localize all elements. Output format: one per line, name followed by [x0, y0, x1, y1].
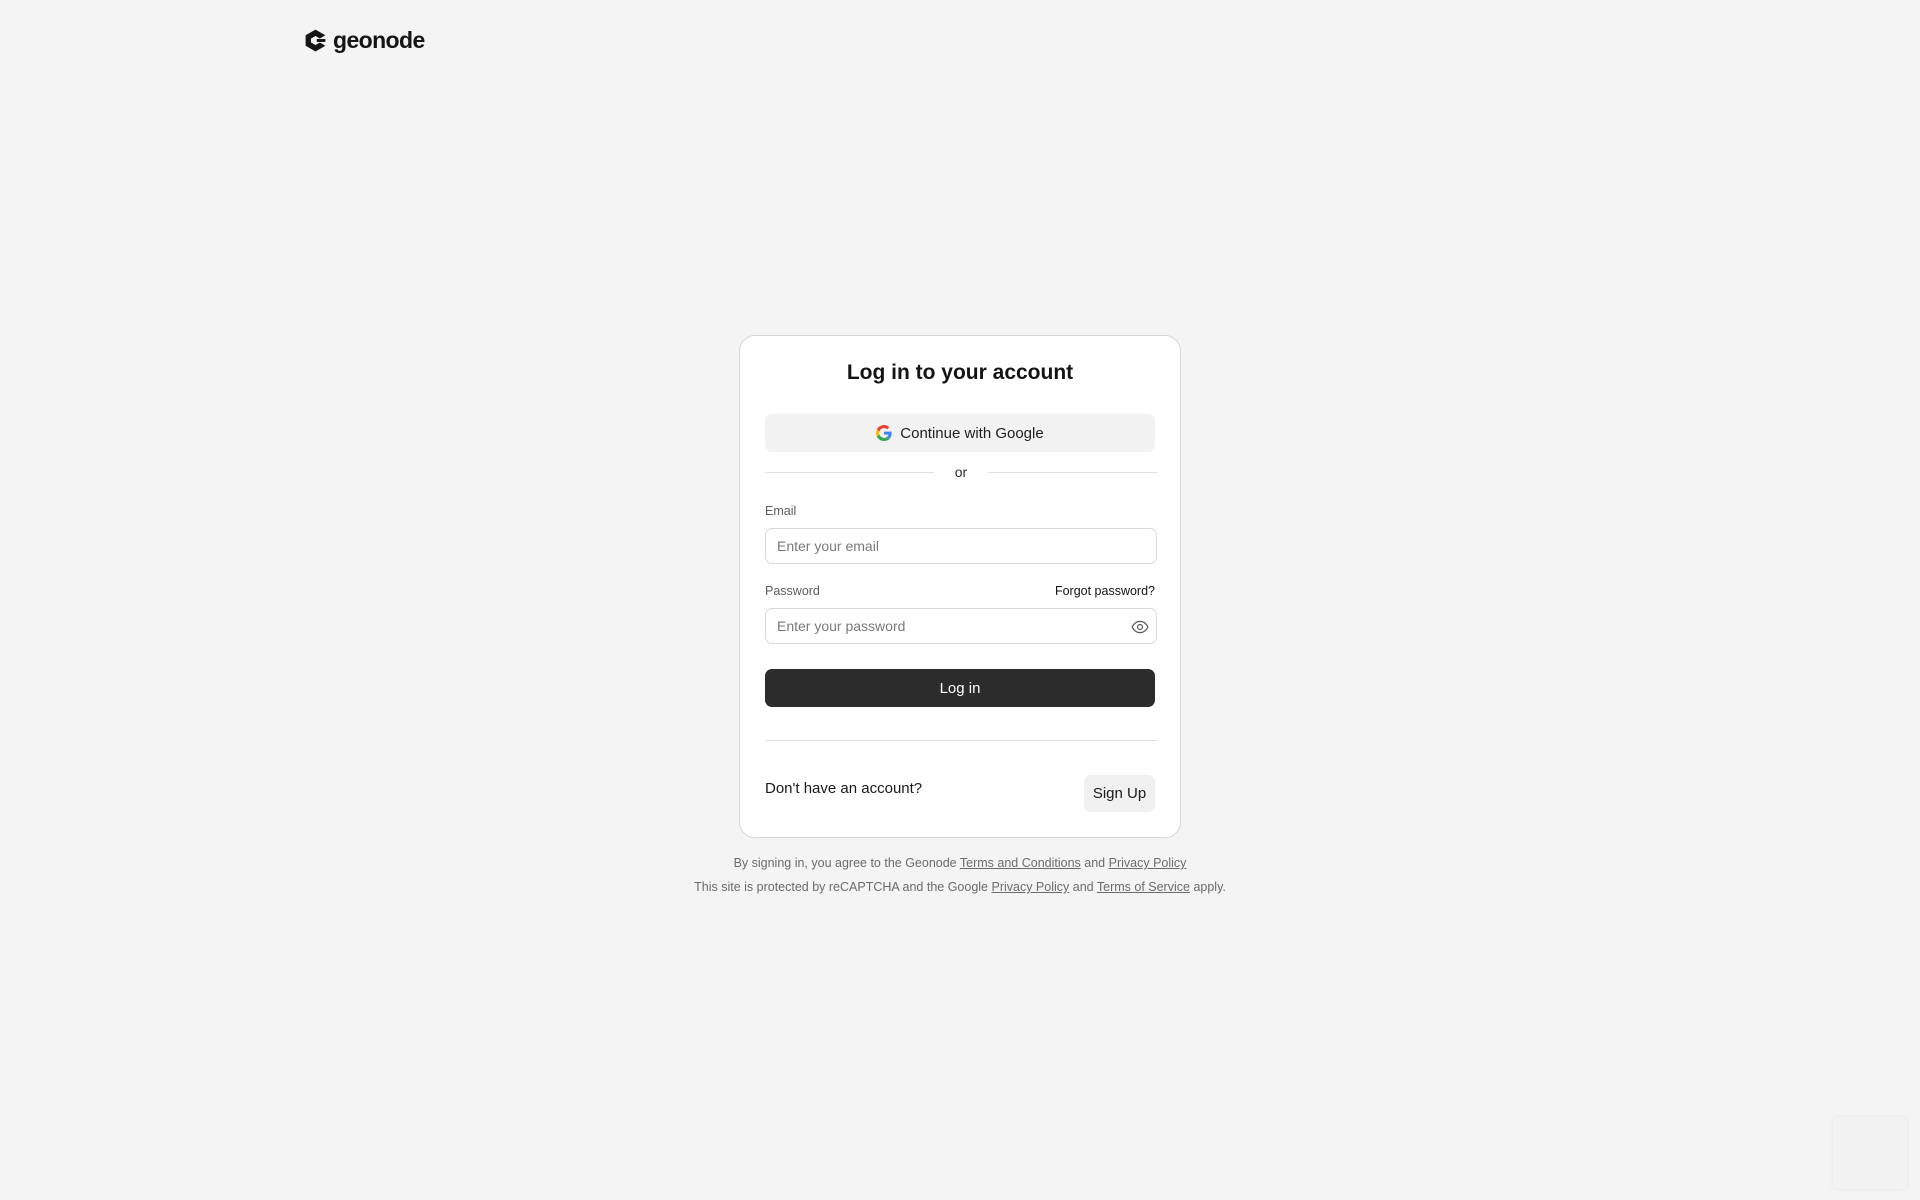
email-field-wrapper [765, 528, 1157, 564]
or-divider: or [765, 462, 1157, 482]
password-field-wrapper [765, 608, 1157, 644]
legal-text: This site is protected by reCAPTCHA and … [694, 880, 988, 894]
login-card: Log in to your account Continue with Goo… [739, 335, 1181, 838]
recaptcha-badge[interactable] [1833, 1117, 1907, 1189]
terms-and-conditions-link[interactable]: Terms and Conditions [960, 856, 1081, 870]
email-label: Email [765, 504, 797, 518]
google-icon [876, 425, 892, 441]
divider-text: or [954, 464, 968, 480]
signup-button[interactable]: Sign Up [1084, 775, 1155, 812]
email-input[interactable] [766, 529, 1156, 563]
geonode-logo-icon [305, 29, 326, 52]
divider-line-right [988, 471, 1157, 473]
legal-text: apply. [1193, 880, 1226, 894]
privacy-policy-link[interactable]: Privacy Policy [1109, 856, 1187, 870]
card-separator [765, 740, 1157, 741]
legal-text: and [1072, 880, 1094, 894]
eye-icon[interactable] [1131, 618, 1149, 636]
legal-line-recaptcha: This site is protected by reCAPTCHA and … [0, 880, 1920, 894]
forgot-password-link[interactable]: Forgot password? [1055, 584, 1155, 598]
brand-logo[interactable]: geonode [303, 27, 425, 54]
continue-with-google-button[interactable]: Continue with Google [765, 414, 1155, 452]
password-input[interactable] [766, 609, 1156, 643]
legal-text: and [1084, 856, 1106, 870]
no-account-text: Don't have an account? [765, 780, 923, 797]
google-terms-of-service-link[interactable]: Terms of Service [1097, 880, 1190, 894]
google-button-label: Continue with Google [900, 424, 1044, 442]
legal-line-terms: By signing in, you agree to the Geonode … [0, 856, 1920, 870]
divider-line-left [765, 471, 934, 473]
google-privacy-policy-link[interactable]: Privacy Policy [991, 880, 1069, 894]
legal-text: By signing in, you agree to the Geonode [733, 856, 957, 870]
password-label: Password [765, 584, 820, 598]
login-title: Log in to your account [846, 361, 1074, 384]
brand-name: geonode [333, 27, 425, 53]
login-button[interactable]: Log in [765, 669, 1155, 707]
